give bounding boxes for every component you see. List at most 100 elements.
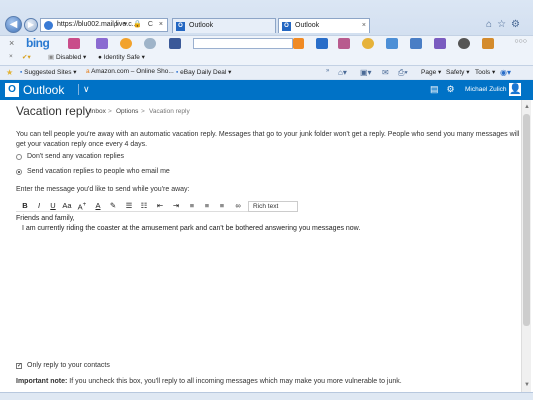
home-page-icon[interactable]: ⌂▾	[338, 68, 347, 77]
increase-indent-icon[interactable]: ⇥	[171, 201, 181, 210]
toolbar-app-icon[interactable]	[434, 38, 446, 49]
weather-cloud-icon[interactable]	[144, 38, 156, 49]
amazon-label: Amazon.com – Online Sho...	[91, 68, 174, 75]
security-toolbar: × ✔▾ ▣ Disabled ▾ ● Identity Safe ▾	[0, 51, 533, 65]
scroll-thumb[interactable]	[523, 114, 530, 326]
more-options-icon[interactable]: ○○○	[514, 38, 527, 45]
feeds-icon[interactable]: ▣▾	[360, 68, 372, 77]
font-color-icon[interactable]: A	[93, 201, 103, 210]
favorites-star-icon[interactable]: ☆	[497, 19, 511, 30]
align-center-icon[interactable]: ≡	[202, 201, 212, 210]
breadcrumb-options[interactable]: Options	[116, 108, 138, 115]
toolbar-app-icon[interactable]	[68, 38, 80, 49]
browser-tab-2[interactable]: O Outlook ×	[278, 18, 370, 33]
address-controls[interactable]: ρ ▾ 🔒 C ×	[114, 19, 165, 31]
browser-tab-1[interactable]: O Outlook	[172, 18, 276, 33]
underline-icon[interactable]: U	[48, 201, 58, 210]
align-left-icon[interactable]: ≡	[187, 201, 197, 210]
help-icon[interactable]: ◉▾	[500, 68, 511, 77]
important-note: Important note: If you uncheck this box,…	[16, 378, 402, 385]
amazon-link[interactable]: a Amazon.com – Online Sho...	[86, 68, 174, 75]
address-bar[interactable]: https://blu002.mail.live.c... ρ ▾ 🔒 C ×	[40, 18, 168, 32]
avatar[interactable]: 👤	[509, 83, 521, 96]
gear-icon[interactable]: ⚙	[447, 84, 463, 94]
status-bar	[0, 392, 533, 400]
numbered-list-icon[interactable]: ☰	[124, 201, 134, 210]
message-editor[interactable]: Friends and family, I am currently ridin…	[16, 214, 516, 234]
toolbar-app-icon[interactable]	[458, 38, 470, 49]
ebay-label: eBay Daily Deal ▾	[180, 69, 232, 76]
bing-search-input[interactable]	[193, 38, 293, 49]
header-icons: ▤⚙	[430, 84, 463, 95]
close-toolbar-icon[interactable]: ×	[9, 53, 13, 60]
dont-send-label[interactable]: Don't send any vacation replies	[27, 153, 124, 160]
grow-font-icon[interactable]: A+	[77, 201, 87, 212]
highlight-icon[interactable]: ✎	[108, 201, 118, 210]
link-icon[interactable]: ∞	[233, 201, 243, 210]
align-right-icon[interactable]: ≡	[217, 201, 227, 210]
outlook-logo-icon[interactable]: O	[5, 83, 19, 97]
back-button[interactable]: ◀	[5, 16, 22, 33]
dont-send-radio[interactable]	[16, 154, 22, 160]
bulleted-list-icon[interactable]: ☷	[139, 201, 149, 210]
disabled-dropdown[interactable]: ▣ Disabled ▾	[48, 53, 86, 61]
suggested-sites-link[interactable]: ▪ Suggested Sites ▾	[20, 68, 77, 76]
toolbar-app-icon[interactable]	[96, 38, 108, 49]
important-text: If you uncheck this box, you'll reply to…	[67, 378, 402, 385]
send-replies-radio[interactable]	[16, 169, 22, 175]
favorites-bar: ★ ▪ Suggested Sites ▾ a Amazon.com – Onl…	[0, 65, 533, 79]
send-replies-label[interactable]: Send vacation replies to people who emai…	[27, 168, 170, 175]
breadcrumb-separator: >	[108, 108, 112, 115]
bing-logo[interactable]: bing	[26, 36, 50, 50]
scroll-down-icon[interactable]: ▼	[524, 382, 530, 388]
thumbs-up-icon[interactable]	[386, 38, 398, 49]
user-name[interactable]: Michael Zulich	[465, 86, 507, 93]
norton-check-icon[interactable]: ✔▾	[22, 53, 31, 61]
tab-label: Outlook	[295, 22, 320, 29]
decrease-indent-icon[interactable]: ⇤	[155, 201, 165, 210]
tools-menu[interactable]: Tools ▾	[475, 68, 495, 76]
outlook-header: O Outlook ∨ ▤⚙ Michael Zulich 👤	[0, 80, 533, 100]
chat-icon[interactable]	[410, 38, 422, 49]
weather-sun-icon[interactable]	[120, 38, 132, 49]
suggested-sites-label: Suggested Sites ▾	[24, 69, 77, 76]
page-menu[interactable]: Page ▾	[421, 68, 441, 76]
toolbar-app-icon[interactable]	[482, 38, 494, 49]
home-icon[interactable]: ⌂	[486, 19, 497, 30]
close-toolbar-icon[interactable]: ×	[9, 38, 14, 48]
mail-icon[interactable]: ✉	[382, 68, 389, 77]
app-name[interactable]: Outlook	[23, 83, 64, 97]
bold-icon[interactable]: B	[20, 201, 30, 210]
format-dropdown[interactable]: Rich text	[248, 201, 298, 212]
forward-button[interactable]: ▶	[24, 18, 38, 32]
only-contacts-checkbox[interactable]: ✓	[16, 363, 22, 369]
browser-chrome: ◀ ▶ https://blu002.mail.live.c... ρ ▾ 🔒 …	[0, 0, 533, 79]
disabled-label: Disabled ▾	[55, 54, 87, 61]
toolbar-app-icon[interactable]	[338, 38, 350, 49]
ie-icon	[44, 21, 53, 30]
bing-search-button[interactable]	[293, 38, 304, 49]
font-size-icon[interactable]: Aa	[62, 201, 72, 210]
browser-right-icons: ⌂☆⚙	[486, 19, 525, 30]
toolbar-app-icon[interactable]	[362, 38, 374, 49]
facebook-icon[interactable]	[169, 38, 181, 49]
breadcrumb-inbox[interactable]: Inbox	[90, 108, 106, 115]
favorites-star-icon[interactable]: ★	[6, 68, 13, 77]
outlook-tab-icon: O	[282, 22, 291, 31]
safety-menu[interactable]: Safety ▾	[446, 68, 470, 76]
print-icon[interactable]: ⎙▾	[398, 68, 408, 78]
scroll-up-icon[interactable]: ▲	[524, 104, 530, 110]
expand-icon[interactable]: »	[326, 68, 329, 74]
toolbar-app-icon[interactable]	[316, 38, 328, 49]
italic-icon[interactable]: I	[34, 201, 44, 210]
identity-safe-dropdown[interactable]: ● Identity Safe ▾	[98, 53, 145, 61]
only-contacts-label[interactable]: Only reply to your contacts	[27, 362, 110, 369]
ebay-link[interactable]: ▪ eBay Daily Deal ▾	[176, 68, 231, 76]
close-tab-icon[interactable]: ×	[362, 19, 366, 33]
settings-gear-icon[interactable]: ⚙	[511, 19, 525, 30]
app-switcher-chevron-icon[interactable]: ∨	[78, 84, 90, 95]
vacation-reply-page: Vacation reply Inbox > Options > Vacatio…	[0, 100, 533, 392]
vertical-scrollbar[interactable]: ▲ ▼	[521, 100, 531, 392]
chat-icon[interactable]: ▤	[430, 84, 447, 94]
info-text: You can tell people you're away with an …	[16, 131, 520, 148]
